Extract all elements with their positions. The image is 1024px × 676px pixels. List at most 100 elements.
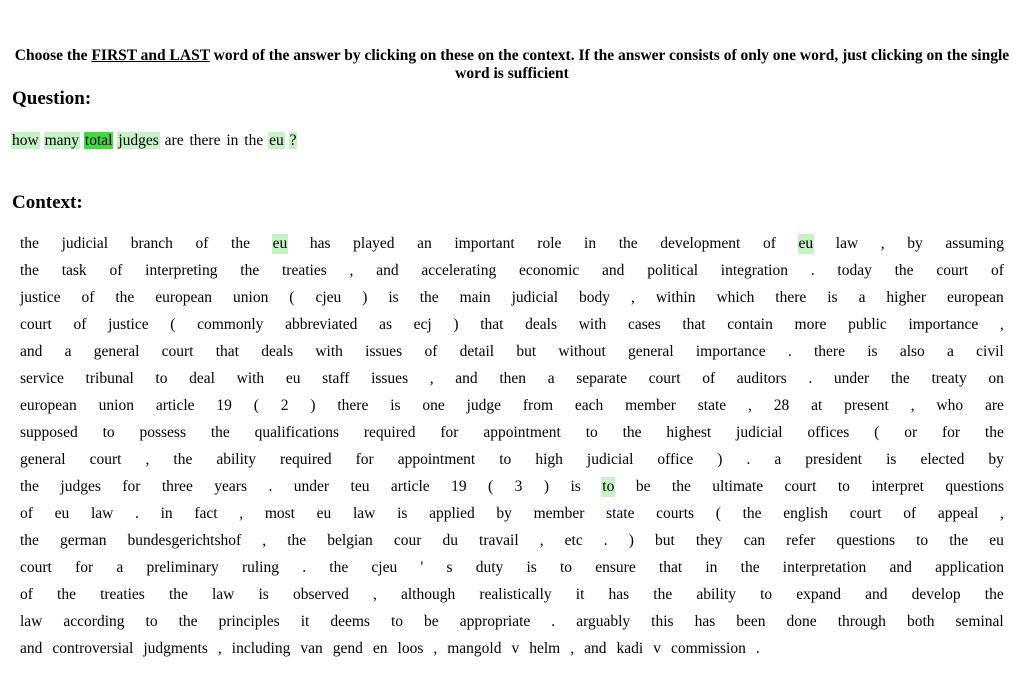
context-word[interactable]: the xyxy=(984,585,1005,605)
context-word[interactable]: with xyxy=(578,315,608,335)
context-word[interactable]: , xyxy=(569,639,575,659)
context-word[interactable]: appeal xyxy=(937,504,979,524)
context-word[interactable]: be xyxy=(635,477,652,497)
context-word[interactable]: courts xyxy=(655,504,695,524)
context-word[interactable]: played xyxy=(352,234,395,254)
context-word[interactable]: law xyxy=(211,585,235,605)
context-word[interactable]: kadi xyxy=(616,639,645,659)
context-word[interactable]: mangold xyxy=(446,639,502,659)
context-word[interactable]: court xyxy=(19,315,53,335)
context-word[interactable]: , xyxy=(880,234,886,254)
context-word[interactable]: detail xyxy=(459,342,495,362)
context-word[interactable]: that xyxy=(658,558,683,578)
context-word[interactable]: in xyxy=(704,558,718,578)
context-word[interactable]: are xyxy=(984,396,1005,416)
context-word[interactable]: gend xyxy=(332,639,364,659)
context-word[interactable]: european xyxy=(19,396,78,416)
context-word[interactable]: is xyxy=(258,585,270,605)
context-word[interactable]: that xyxy=(681,315,706,335)
context-word[interactable]: deals xyxy=(260,342,294,362)
context-word[interactable]: is xyxy=(389,396,401,416)
context-word[interactable]: 2 xyxy=(280,396,290,416)
context-word[interactable]: is xyxy=(525,558,537,578)
context-word[interactable]: refer xyxy=(785,531,816,551)
context-word[interactable]: with xyxy=(236,369,266,389)
context-word[interactable]: english xyxy=(782,504,829,524)
context-word[interactable]: member xyxy=(533,504,586,524)
context-word[interactable]: , xyxy=(145,450,151,470)
context-word[interactable]: , xyxy=(261,531,267,551)
context-word[interactable]: principles xyxy=(218,612,281,632)
context-word[interactable]: commission xyxy=(670,639,747,659)
context-word[interactable]: the xyxy=(19,234,40,254)
context-word[interactable]: which xyxy=(715,288,755,308)
context-word[interactable]: most xyxy=(264,504,296,524)
context-word[interactable]: ( xyxy=(288,288,295,308)
context-word[interactable]: there xyxy=(813,342,846,362)
context-word[interactable]: integration xyxy=(720,261,789,281)
context-word[interactable]: , xyxy=(432,639,438,659)
context-word[interactable]: important xyxy=(453,234,515,254)
context-word[interactable]: but xyxy=(654,531,676,551)
context-word[interactable]: v xyxy=(510,639,520,659)
context-word[interactable]: be xyxy=(423,612,440,632)
context-word[interactable]: . xyxy=(301,558,307,578)
context-word[interactable]: teu xyxy=(350,477,371,497)
context-word[interactable]: accelerating xyxy=(420,261,497,281)
context-word[interactable]: the xyxy=(622,423,643,443)
context-word[interactable]: realistically xyxy=(478,585,552,605)
context-word[interactable]: there xyxy=(336,396,369,416)
context-word[interactable]: development xyxy=(659,234,741,254)
context-word[interactable]: , xyxy=(429,369,435,389)
context-word[interactable]: one xyxy=(421,396,445,416)
context-word[interactable]: cjeu xyxy=(370,558,398,578)
context-word[interactable]: article xyxy=(390,477,431,497)
context-word[interactable]: the xyxy=(230,234,251,254)
context-word[interactable]: etc xyxy=(564,531,584,551)
context-word[interactable]: , xyxy=(747,396,753,416)
context-word[interactable]: and xyxy=(888,558,912,578)
context-word[interactable]: judicial xyxy=(586,450,635,470)
context-word[interactable]: seminal xyxy=(955,612,1005,632)
context-word[interactable]: the xyxy=(19,261,40,281)
context-word[interactable]: . xyxy=(810,261,816,281)
context-word[interactable]: , xyxy=(372,585,378,605)
context-word[interactable]: and xyxy=(454,369,478,389)
context-word[interactable]: is xyxy=(570,477,582,497)
context-word[interactable]: belgian xyxy=(326,531,374,551)
context-word[interactable]: of xyxy=(762,234,777,254)
context-word[interactable]: german xyxy=(59,531,107,551)
context-word[interactable]: service xyxy=(19,369,65,389)
context-word[interactable]: of xyxy=(19,585,34,605)
context-word[interactable]: a xyxy=(946,342,955,362)
context-word[interactable]: european xyxy=(946,288,1005,308)
context-word[interactable]: as xyxy=(378,315,393,335)
context-word[interactable]: court xyxy=(935,261,969,281)
context-word[interactable]: van xyxy=(299,639,323,659)
context-word[interactable]: eu xyxy=(285,369,302,389)
context-word[interactable]: appropriate xyxy=(459,612,532,632)
context-word[interactable]: questions xyxy=(835,531,896,551)
context-word[interactable]: task xyxy=(61,261,88,281)
context-word[interactable]: that xyxy=(479,315,504,335)
context-word[interactable]: by xyxy=(987,450,1005,470)
context-word[interactable]: to xyxy=(498,450,512,470)
context-word[interactable]: . xyxy=(550,612,556,632)
context-word[interactable]: in xyxy=(583,234,597,254)
context-word[interactable]: importance xyxy=(907,315,979,335)
context-word[interactable]: develop xyxy=(911,585,962,605)
context-word[interactable]: elected xyxy=(919,450,965,470)
context-word[interactable]: present xyxy=(843,396,890,416)
context-word[interactable]: offices xyxy=(806,423,850,443)
context-word[interactable]: the xyxy=(890,369,911,389)
context-word[interactable]: en xyxy=(372,639,389,659)
context-word[interactable]: to xyxy=(585,423,599,443)
context-word[interactable]: can xyxy=(743,531,767,551)
context-word[interactable]: also xyxy=(899,342,926,362)
context-word[interactable]: for xyxy=(941,423,961,443)
context-word[interactable]: appointment xyxy=(397,450,477,470)
context-word[interactable]: to xyxy=(759,585,773,605)
context-word[interactable]: general xyxy=(93,342,141,362)
context-word[interactable]: fact xyxy=(193,504,218,524)
context-word[interactable]: a xyxy=(64,342,73,362)
